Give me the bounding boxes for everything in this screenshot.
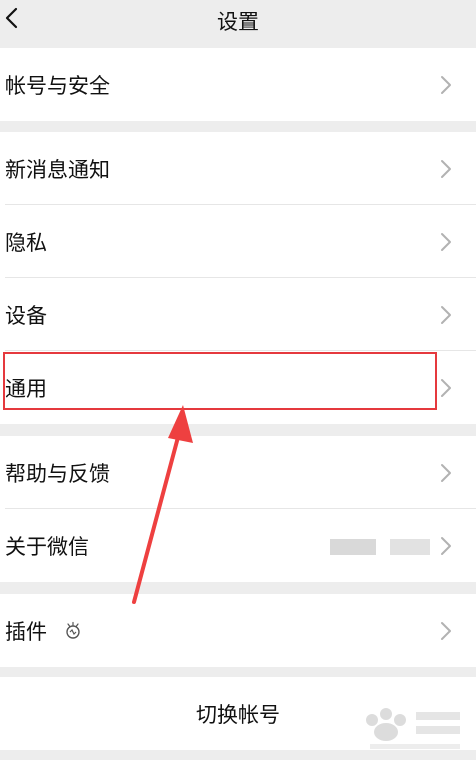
settings-item-label: 隐私 — [5, 230, 47, 255]
chevron-right-icon — [441, 232, 451, 251]
settings-item-label: 帐号与安全 — [5, 73, 110, 98]
plugin-bulb-icon — [66, 621, 80, 639]
settings-item-label: 插件 — [5, 619, 47, 644]
settings-item-privacy[interactable]: 隐私 — [0, 205, 476, 278]
settings-item-help-feedback[interactable]: 帮助与反馈 — [0, 436, 476, 509]
chevron-right-icon — [441, 159, 451, 178]
settings-item-devices[interactable]: 设备 — [0, 278, 476, 351]
chevron-right-icon — [441, 621, 451, 640]
settings-item-label: 帮助与反馈 — [5, 461, 110, 486]
highlight-box — [3, 352, 437, 410]
page-title: 设置 — [217, 10, 259, 34]
chevron-right-icon — [441, 75, 451, 94]
blurred-version-text — [390, 539, 430, 555]
settings-group-plugins: 插件 — [0, 594, 476, 667]
settings-item-label: 设备 — [5, 303, 47, 328]
settings-item-account-security[interactable]: 帐号与安全 — [0, 48, 476, 121]
settings-item-label: 关于微信 — [5, 534, 89, 559]
settings-item-notifications[interactable]: 新消息通知 — [0, 132, 476, 205]
chevron-right-icon — [441, 463, 451, 482]
chevron-right-icon — [441, 378, 451, 397]
chevron-right-icon — [441, 305, 451, 324]
navigation-bar: 设置 — [0, 0, 476, 38]
settings-item-plugins[interactable]: 插件 — [0, 594, 476, 667]
watermark-logo — [366, 708, 460, 749]
settings-group-account: 帐号与安全 — [0, 48, 476, 121]
settings-group-help: 帮助与反馈 关于微信 — [0, 436, 476, 582]
chevron-right-icon — [441, 536, 451, 555]
settings-item-label: 新消息通知 — [5, 157, 110, 182]
blurred-version-text — [330, 539, 376, 555]
